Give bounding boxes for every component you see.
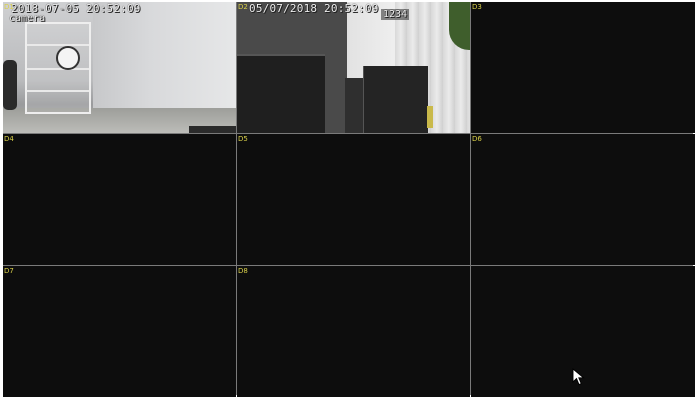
osd-timestamp: 05/07/2018 20:52:09 (249, 2, 379, 15)
camera-feed-image (237, 2, 470, 133)
channel-label: D4 (4, 135, 14, 143)
channel-label: D5 (238, 135, 248, 143)
camera-tile-d1[interactable]: D1 2018-07-05 20:52:09 camera (3, 2, 236, 133)
camera-tile-d5[interactable]: D5 (237, 134, 470, 265)
channel-label: D1 (4, 3, 14, 11)
mouse-pointer-icon (572, 368, 585, 386)
camera-tile-d8[interactable]: D8 (237, 266, 470, 397)
channel-label: D2 (238, 3, 248, 11)
camera-tile-d4[interactable]: D4 (3, 134, 236, 265)
camera-tile-d6[interactable]: D6 (471, 134, 695, 265)
channel-label: D6 (472, 135, 482, 143)
camera-tile-d7[interactable]: D7 (3, 266, 236, 397)
camera-tile-d3[interactable]: D3 (471, 2, 695, 133)
channel-label: D8 (238, 267, 248, 275)
camera-tile-d2[interactable]: D2 05/07/2018 20:52:09 1234 (237, 2, 470, 133)
camera-grid: D1 2018-07-05 20:52:09 camera D2 05/07/2… (3, 2, 695, 397)
channel-label: D7 (4, 267, 14, 275)
osd-camera-name: camera (9, 13, 46, 24)
channel-label: D3 (472, 3, 482, 11)
osd-camera-name: 1234 (381, 9, 410, 20)
